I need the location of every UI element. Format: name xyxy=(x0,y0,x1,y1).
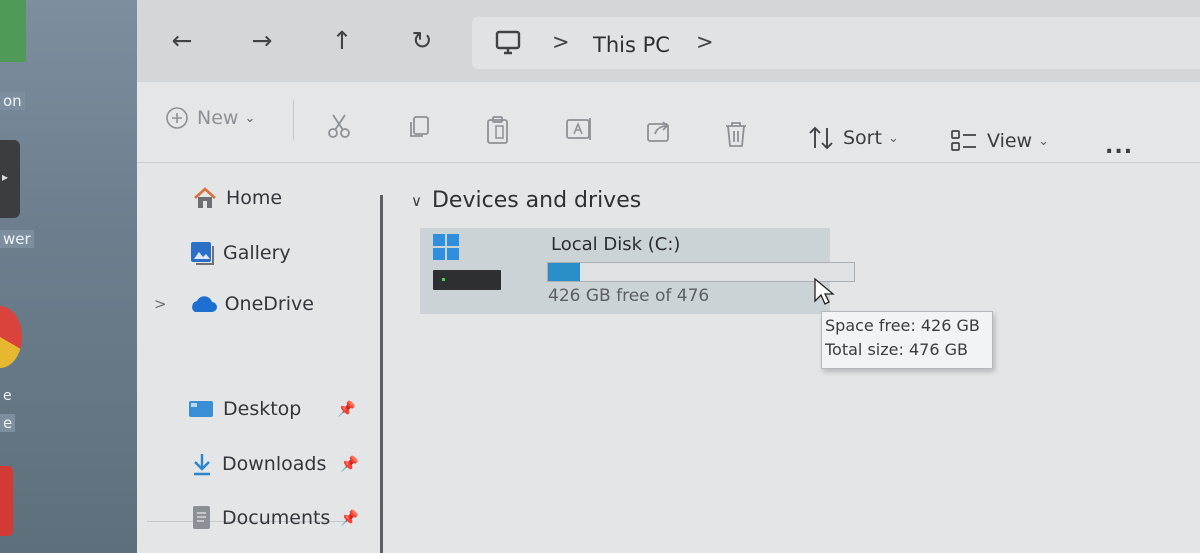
group-header-devices[interactable]: ∨ Devices and drives xyxy=(411,188,641,213)
desktop-app-icon[interactable] xyxy=(0,0,26,62)
nav-item-desktop[interactable]: Desktop 📌 xyxy=(187,398,356,420)
gallery-icon xyxy=(191,242,214,265)
sort-icon xyxy=(809,126,833,150)
tooltip-total-size: Total size: 476 GB xyxy=(825,340,968,359)
nav-item-label: OneDrive xyxy=(224,293,314,315)
trash-icon xyxy=(726,122,746,147)
share-icon xyxy=(647,121,669,142)
tooltip-space-free: Space free: 426 GB xyxy=(825,316,980,335)
desktop-icon-label: on xyxy=(0,92,25,110)
pin-icon[interactable]: 📌 xyxy=(340,455,359,473)
delete-button[interactable] xyxy=(722,119,750,149)
breadcrumb-this-pc[interactable]: This PC xyxy=(593,33,670,57)
desktop-icon-label: e xyxy=(3,388,12,404)
refresh-button[interactable]: ↻ xyxy=(402,20,442,60)
nav-item-label: Documents xyxy=(222,507,331,529)
file-explorer-window: ← → ↑ ↻ > This PC > New ⌄ Sort ⌄ View ⌄ … xyxy=(137,0,1200,553)
nav-item-downloads[interactable]: Downloads 📌 xyxy=(190,451,359,477)
chrome-icon[interactable] xyxy=(0,306,22,368)
chevron-right-icon[interactable]: > xyxy=(154,295,167,313)
nav-item-home[interactable]: Home xyxy=(192,186,282,210)
rename-button[interactable] xyxy=(564,115,594,143)
sort-label: Sort xyxy=(843,127,882,149)
copy-icon xyxy=(410,116,429,137)
nav-item-label: Gallery xyxy=(223,242,291,264)
content-area: ∨ Devices and drives Local Disk (C:) 426… xyxy=(387,170,1200,553)
paste-button[interactable] xyxy=(484,115,512,145)
desktop-app-icon[interactable] xyxy=(0,466,13,536)
back-button[interactable]: ← xyxy=(162,20,202,60)
desktop-app-icon[interactable]: ▸ xyxy=(0,140,20,218)
cut-button[interactable] xyxy=(325,112,353,140)
nav-item-documents[interactable]: Documents 📌 xyxy=(190,504,359,532)
drive-usage-fill xyxy=(548,263,581,281)
desktop-icon-label: e xyxy=(0,414,16,432)
chevron-down-icon: ⌄ xyxy=(244,110,256,126)
drive-tile-c[interactable]: Local Disk (C:) 426 GB free of 476 xyxy=(420,228,855,314)
desktop-background: on ▸ wer e e xyxy=(0,0,137,553)
nav-item-label: Downloads xyxy=(222,453,327,475)
drive-usage-bar xyxy=(547,262,855,282)
download-icon xyxy=(194,454,210,476)
breadcrumb-separator[interactable]: > xyxy=(696,30,714,54)
nav-item-onedrive[interactable]: > OneDrive xyxy=(154,293,314,315)
up-button[interactable]: ↑ xyxy=(322,20,362,60)
sort-button[interactable]: Sort ⌄ xyxy=(807,124,899,152)
desktop-folder-icon xyxy=(189,401,213,417)
rename-icon xyxy=(566,118,591,140)
forward-button[interactable]: → xyxy=(242,20,282,60)
clipboard-icon xyxy=(487,116,508,144)
this-pc-icon xyxy=(495,30,521,55)
pane-splitter[interactable] xyxy=(380,195,383,553)
home-icon xyxy=(194,187,216,208)
drive-name: Local Disk (C:) xyxy=(551,234,681,255)
new-button[interactable]: New ⌄ xyxy=(165,106,255,130)
breadcrumb-separator[interactable]: > xyxy=(552,30,570,54)
desktop-icon-label: wer xyxy=(0,230,34,248)
new-button-label: New xyxy=(197,107,239,129)
see-more-button[interactable]: ... xyxy=(1105,134,1133,159)
arrow-left-icon: ← xyxy=(171,25,193,55)
toolbar-divider xyxy=(293,100,294,140)
document-icon xyxy=(193,506,210,529)
nav-item-label: Desktop xyxy=(223,398,302,420)
view-label: View xyxy=(987,130,1033,152)
chevron-down-icon: ⌄ xyxy=(1038,133,1049,149)
chevron-down-icon: ⌄ xyxy=(887,130,899,146)
navigation-pane: Home Gallery > OneDrive Desktop 📌 Downlo… xyxy=(137,163,377,553)
nav-item-label: Home xyxy=(226,187,283,209)
view-button[interactable]: View ⌄ xyxy=(949,128,1049,154)
nav-item-gallery[interactable]: Gallery xyxy=(189,240,291,266)
drive-free-space: 426 GB free of 476 xyxy=(548,286,710,306)
cloud-icon xyxy=(191,296,217,312)
title-bar: ← → ↑ ↻ > This PC > xyxy=(137,0,1200,82)
chevron-down-icon: ∨ xyxy=(411,191,422,210)
mouse-cursor-icon xyxy=(814,277,835,305)
view-list-icon xyxy=(951,130,976,151)
refresh-icon: ↻ xyxy=(411,25,433,55)
copy-button[interactable] xyxy=(405,113,433,141)
local-disk-icon xyxy=(433,234,501,290)
share-button[interactable] xyxy=(645,117,673,145)
pin-icon[interactable]: 📌 xyxy=(337,400,356,418)
scissors-icon xyxy=(328,114,350,138)
plus-circle-icon xyxy=(166,107,188,129)
drive-tooltip: Space free: 426 GB Total size: 476 GB xyxy=(821,311,993,369)
group-title: Devices and drives xyxy=(431,188,642,213)
arrow-right-icon: → xyxy=(251,25,273,55)
pin-icon[interactable]: 📌 xyxy=(340,509,359,527)
address-bar[interactable]: > This PC > xyxy=(472,17,1200,69)
arrow-up-icon: ↑ xyxy=(331,25,353,55)
